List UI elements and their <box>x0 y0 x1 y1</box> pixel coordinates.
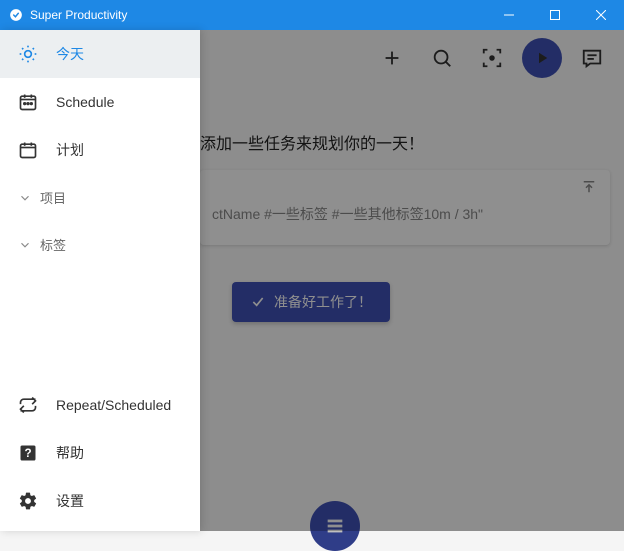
sidebar-section-label: 项目 <box>40 188 66 207</box>
calendar-icon <box>18 140 38 160</box>
sidebar-item-label: 设置 <box>56 491 84 511</box>
sun-icon <box>18 44 38 64</box>
sidebar-item-label: Repeat/Scheduled <box>56 397 171 413</box>
sidebar-item-help[interactable]: ? 帮助 <box>0 429 200 477</box>
app-icon <box>8 7 24 23</box>
chevron-down-icon <box>18 238 32 252</box>
sidebar-item-plan[interactable]: 计划 <box>0 126 200 174</box>
help-icon: ? <box>18 443 38 463</box>
gear-icon <box>18 491 38 511</box>
sidebar-item-label: 计划 <box>56 140 84 160</box>
maximize-button[interactable] <box>532 0 578 30</box>
sidebar-item-today[interactable]: 今天 <box>0 30 200 78</box>
content-area: 添加一些任务来规划你的一天！ ctName #一些标签 #一些其他标签10m /… <box>0 30 624 531</box>
sidebar-item-label: Schedule <box>56 94 114 110</box>
repeat-icon <box>18 395 38 415</box>
minimize-button[interactable] <box>486 0 532 30</box>
sidebar-section-projects[interactable]: 项目 <box>0 174 200 221</box>
sidebar-section-tags[interactable]: 标签 <box>0 221 200 268</box>
sidebar-item-repeat[interactable]: Repeat/Scheduled <box>0 381 200 429</box>
window-controls <box>486 0 624 30</box>
sidebar-item-schedule[interactable]: Schedule <box>0 78 200 126</box>
sidebar-section-label: 标签 <box>40 235 66 254</box>
sidebar-item-label: 今天 <box>56 44 84 64</box>
close-button[interactable] <box>578 0 624 30</box>
svg-text:?: ? <box>24 447 31 460</box>
sidebar-item-settings[interactable]: 设置 <box>0 477 200 525</box>
window-title: Super Productivity <box>30 8 486 22</box>
sidebar-item-label: 帮助 <box>56 443 84 463</box>
sidebar: 今天 Schedule 计划 项目 标签 <box>0 30 200 531</box>
calendar-range-icon <box>18 92 38 112</box>
titlebar: Super Productivity <box>0 0 624 30</box>
chevron-down-icon <box>18 191 32 205</box>
